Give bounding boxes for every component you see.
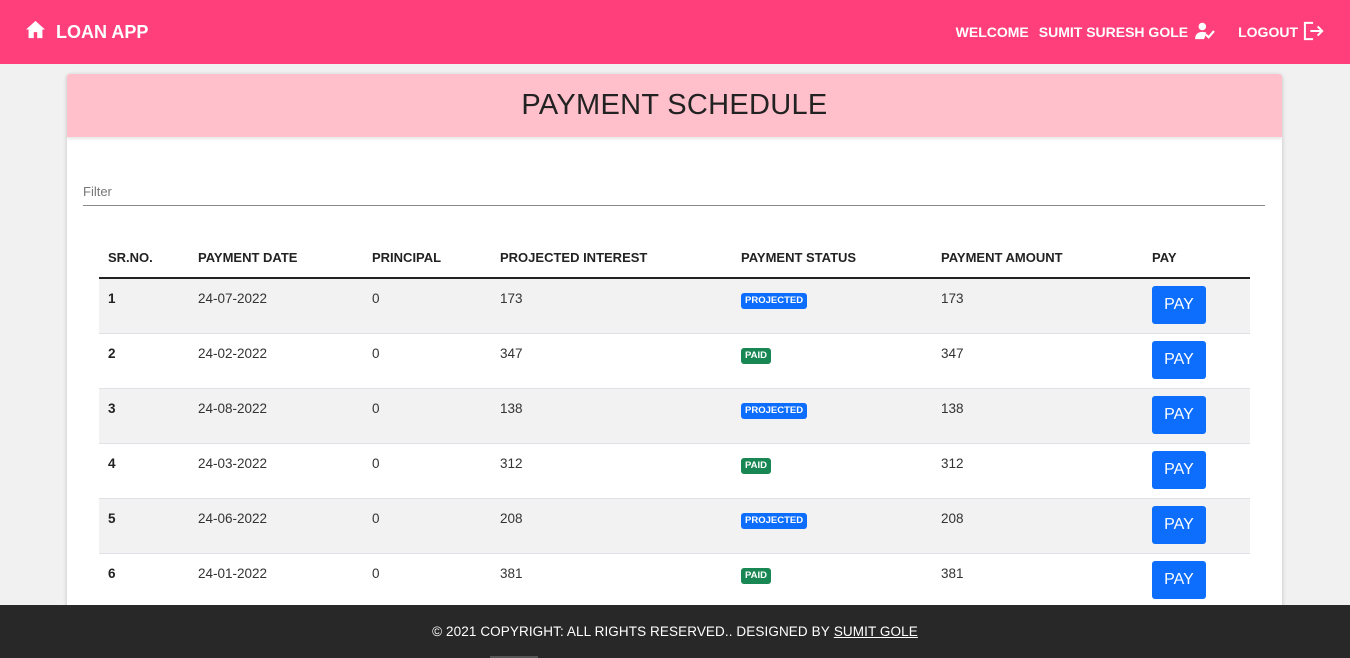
cell-pay: PAY [1143, 278, 1250, 334]
cell-projected-interest: 312 [491, 443, 732, 499]
pay-button[interactable]: PAY [1152, 450, 1206, 489]
payment-schedule-table: SR.NO. PAYMENT DATE PRINCIPAL PROJECTED … [99, 238, 1250, 609]
cell-principal: 0 [363, 333, 491, 389]
cell-payment-amount: 208 [932, 498, 1143, 554]
status-badge: PAID [741, 457, 771, 474]
cell-payment-amount: 347 [932, 333, 1143, 389]
page-title: PAYMENT SCHEDULE [67, 74, 1282, 137]
cell-payment-date: 24-08-2022 [189, 388, 363, 444]
table-row: 4 24-03-2022 0 312 PAID 312 PAY [99, 443, 1250, 499]
footer-designer-link[interactable]: SUMIT GOLE [834, 624, 918, 639]
page-footer: © 2021 COPYRIGHT: ALL RIGHTS RESERVED.. … [0, 605, 1350, 658]
status-badge: PROJECTED [741, 402, 808, 419]
pay-button[interactable]: PAY [1152, 505, 1206, 544]
cell-pay: PAY [1143, 333, 1250, 389]
cell-projected-interest: 347 [491, 333, 732, 389]
home-icon [25, 20, 46, 44]
status-badge: PROJECTED [741, 293, 808, 309]
cell-principal: 0 [363, 388, 491, 444]
cell-projected-interest: 173 [491, 278, 732, 334]
cell-sr-no: 2 [99, 333, 189, 389]
cell-payment-amount: 312 [932, 443, 1143, 499]
header-payment-date: PAYMENT DATE [189, 238, 363, 279]
nav-right: WELCOME SUMIT SURESH GOLE LOGOUT [956, 21, 1325, 44]
status-badge: PAID [741, 567, 771, 584]
table-body: 1 24-07-2022 0 173 PROJECTED 173 PAY 2 2… [99, 278, 1250, 609]
status-badge: PROJECTED [741, 512, 808, 529]
cell-sr-no: 5 [99, 498, 189, 554]
cell-pay: PAY [1143, 498, 1250, 554]
cell-payment-status: PROJECTED [732, 278, 932, 334]
welcome-label: WELCOME [955, 24, 1029, 40]
pay-button[interactable]: PAY [1152, 560, 1206, 599]
cell-payment-status: PAID [732, 553, 932, 609]
cell-payment-status: PROJECTED [732, 498, 932, 554]
pay-button[interactable]: PAY [1152, 395, 1206, 434]
cell-payment-status: PROJECTED [732, 388, 932, 444]
cell-payment-date: 24-07-2022 [189, 278, 363, 334]
cell-payment-date: 24-02-2022 [189, 333, 363, 389]
pay-button[interactable]: PAY [1152, 340, 1206, 379]
cell-principal: 0 [363, 498, 491, 554]
table-row: 3 24-08-2022 0 138 PROJECTED 138 PAY [99, 388, 1250, 444]
pay-button[interactable]: PAY [1152, 286, 1206, 324]
cell-sr-no: 6 [99, 553, 189, 609]
table-header-row: SR.NO. PAYMENT DATE PRINCIPAL PROJECTED … [99, 238, 1250, 279]
brand-link[interactable]: LOAN APP [25, 20, 148, 44]
logout-button[interactable]: LOGOUT [1238, 21, 1325, 44]
table-row: 2 24-02-2022 0 347 PAID 347 PAY [99, 333, 1250, 389]
filter-field-wrap [83, 178, 1265, 206]
brand-label: LOAN APP [56, 21, 149, 42]
cell-principal: 0 [363, 278, 491, 334]
payment-schedule-card: PAYMENT SCHEDULE SR.NO. PAYMENT DATE PRI… [67, 74, 1282, 634]
header-projected-interest: PROJECTED INTEREST [491, 238, 732, 279]
cell-projected-interest: 138 [491, 388, 732, 444]
cell-payment-date: 24-01-2022 [189, 553, 363, 609]
cell-payment-amount: 173 [932, 278, 1143, 334]
status-badge: PAID [741, 347, 771, 364]
cell-projected-interest: 208 [491, 498, 732, 554]
cell-principal: 0 [363, 553, 491, 609]
cell-sr-no: 4 [99, 443, 189, 499]
header-sr-no: SR.NO. [99, 238, 189, 279]
cell-payment-status: PAID [732, 443, 932, 499]
cell-payment-amount: 381 [932, 553, 1143, 609]
table-row: 6 24-01-2022 0 381 PAID 381 PAY [99, 553, 1250, 609]
header-payment-amount: PAYMENT AMOUNT [932, 238, 1143, 279]
cell-pay: PAY [1143, 443, 1250, 499]
cell-projected-interest: 381 [491, 553, 732, 609]
table-row: 5 24-06-2022 0 208 PROJECTED 208 PAY [99, 498, 1250, 554]
cell-payment-status: PAID [732, 333, 932, 389]
header-payment-status: PAYMENT STATUS [732, 238, 932, 279]
filter-input[interactable] [83, 178, 1265, 204]
cell-sr-no: 3 [99, 388, 189, 444]
logout-label: LOGOUT [1238, 24, 1298, 40]
cell-payment-date: 24-06-2022 [189, 498, 363, 554]
header-pay: PAY [1143, 238, 1250, 279]
cell-sr-no: 1 [99, 278, 189, 334]
logout-icon [1303, 21, 1325, 44]
header-principal: PRINCIPAL [363, 238, 491, 279]
cell-payment-date: 24-03-2022 [189, 443, 363, 499]
cell-payment-amount: 138 [932, 388, 1143, 444]
cell-pay: PAY [1143, 388, 1250, 444]
user-check-icon [1194, 22, 1216, 43]
user-menu[interactable]: SUMIT SURESH GOLE [1039, 22, 1216, 43]
user-name: SUMIT SURESH GOLE [1038, 24, 1189, 40]
footer-copyright: © 2021 COPYRIGHT: ALL RIGHTS RESERVED.. … [432, 624, 830, 639]
cell-pay: PAY [1143, 553, 1250, 609]
table-row: 1 24-07-2022 0 173 PROJECTED 173 PAY [99, 278, 1250, 334]
top-navbar: LOAN APP WELCOME SUMIT SURESH GOLE LOGOU… [0, 0, 1350, 64]
cell-principal: 0 [363, 443, 491, 499]
